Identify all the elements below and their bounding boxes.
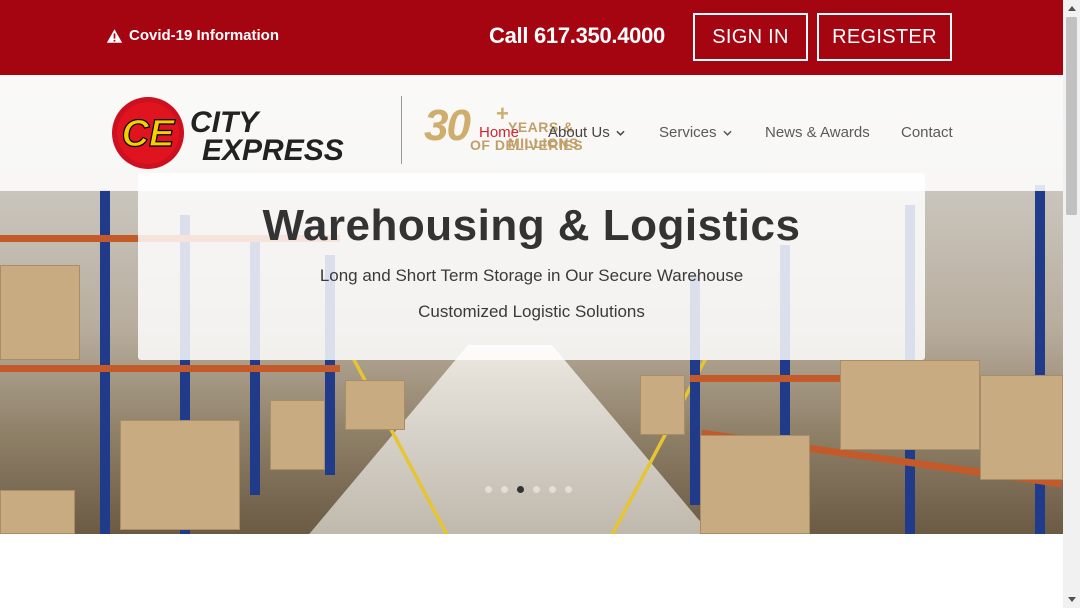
cargo-box [0,265,80,360]
nav-home-label: Home [479,124,520,141]
sign-in-button[interactable]: SIGN IN [693,13,808,61]
nav-about-us[interactable]: About Us [548,124,625,141]
cargo-box [120,420,240,530]
nav-contact[interactable]: Contact [901,124,953,141]
slider-dot[interactable] [549,486,556,493]
nav-services-label: Services [659,124,717,141]
chevron-down-icon [616,130,625,136]
warning-icon [106,28,123,43]
scroll-up-arrow-icon[interactable] [1063,0,1080,17]
slider-dot-active[interactable] [517,486,524,493]
nav-news-label: News & Awards [765,124,870,141]
cargo-box [640,375,685,435]
phone-number[interactable]: Call 617.350.4000 [489,23,665,49]
logo-divider [401,96,402,164]
nav-services[interactable]: Services [659,124,732,141]
logo-line2: EXPRESS [202,134,344,167]
hero-title: Warehousing & Logistics [262,201,801,250]
rack-beam [0,365,340,372]
cargo-box [980,375,1063,480]
page-scrollbar[interactable] [1063,0,1080,608]
covid-info-label: Covid-19 Information [129,27,280,44]
hero-caption: Warehousing & Logistics Long and Short T… [138,173,925,360]
nav-about-label: About Us [548,124,610,141]
cargo-box [270,400,325,470]
nav-home[interactable]: Home [479,124,519,141]
chevron-down-icon [722,130,732,136]
cargo-box [700,435,810,534]
slider-dot[interactable] [565,486,572,493]
cargo-box [840,360,980,450]
hero-line1: Long and Short Term Storage in Our Secur… [319,266,744,285]
covid-info-link[interactable]: Covid-19 Information [106,27,279,44]
top-bar: Covid-19 Information Call 617.350.4000 S… [0,0,1063,75]
nav-news-awards[interactable]: News & Awards [765,124,870,141]
city-express-logo[interactable]: CE CITY EXPRESS [112,96,374,170]
scrollbar-thumb[interactable] [1066,17,1077,215]
logo-monogram: CE [122,113,176,155]
hero-line2: Customized Logistic Solutions [418,302,645,321]
slider-pagination [485,486,572,493]
cargo-box [345,380,405,430]
slider-dot[interactable] [533,486,540,493]
scroll-down-arrow-icon[interactable] [1063,591,1080,608]
slider-dot[interactable] [485,486,492,493]
cargo-box [0,490,75,534]
slider-dot[interactable] [501,486,508,493]
register-button[interactable]: REGISTER [817,13,952,61]
nav-contact-label: Contact [901,124,953,141]
badge-number: 30 [424,101,471,150]
